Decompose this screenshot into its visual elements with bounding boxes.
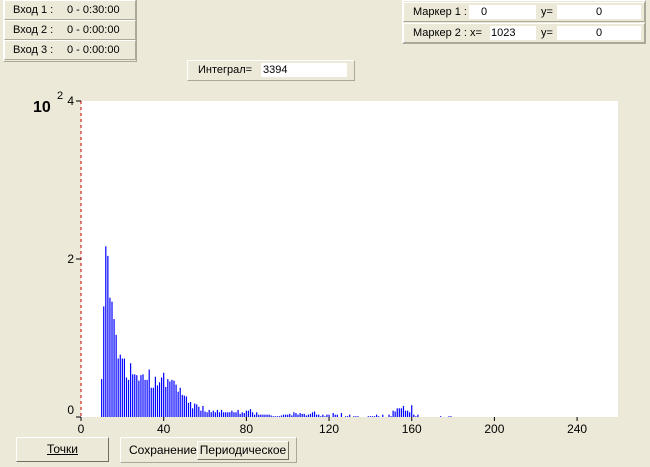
- points-label: Точки: [46, 442, 78, 456]
- x-tick-label: 200: [484, 422, 504, 436]
- plot-area: [81, 101, 618, 417]
- y-tick-label: 0: [67, 403, 74, 417]
- save-label: Сохранение: [129, 443, 197, 457]
- y-scale-base: 10: [33, 99, 51, 116]
- save-mode-button[interactable]: Периодическое: [197, 441, 289, 460]
- y-tick-label: 2: [67, 252, 74, 266]
- histogram-chart: 0 40 80 120 160 200 240024102: [33, 90, 618, 436]
- points-button[interactable]: Точки: [16, 437, 109, 462]
- x-tick-label: 40: [157, 422, 171, 436]
- x-tick-label: 0: [78, 422, 85, 436]
- y-scale-exponent: 2: [57, 90, 63, 102]
- save-mode-label: Периодическое: [199, 443, 287, 457]
- x-tick-label: 120: [319, 422, 339, 436]
- x-tick-label: 80: [240, 422, 254, 436]
- x-tick-label: 240: [567, 422, 587, 436]
- x-tick-label: 160: [402, 422, 422, 436]
- save-group: Сохранение Периодическое: [120, 437, 297, 463]
- y-tick-label: 4: [67, 94, 74, 108]
